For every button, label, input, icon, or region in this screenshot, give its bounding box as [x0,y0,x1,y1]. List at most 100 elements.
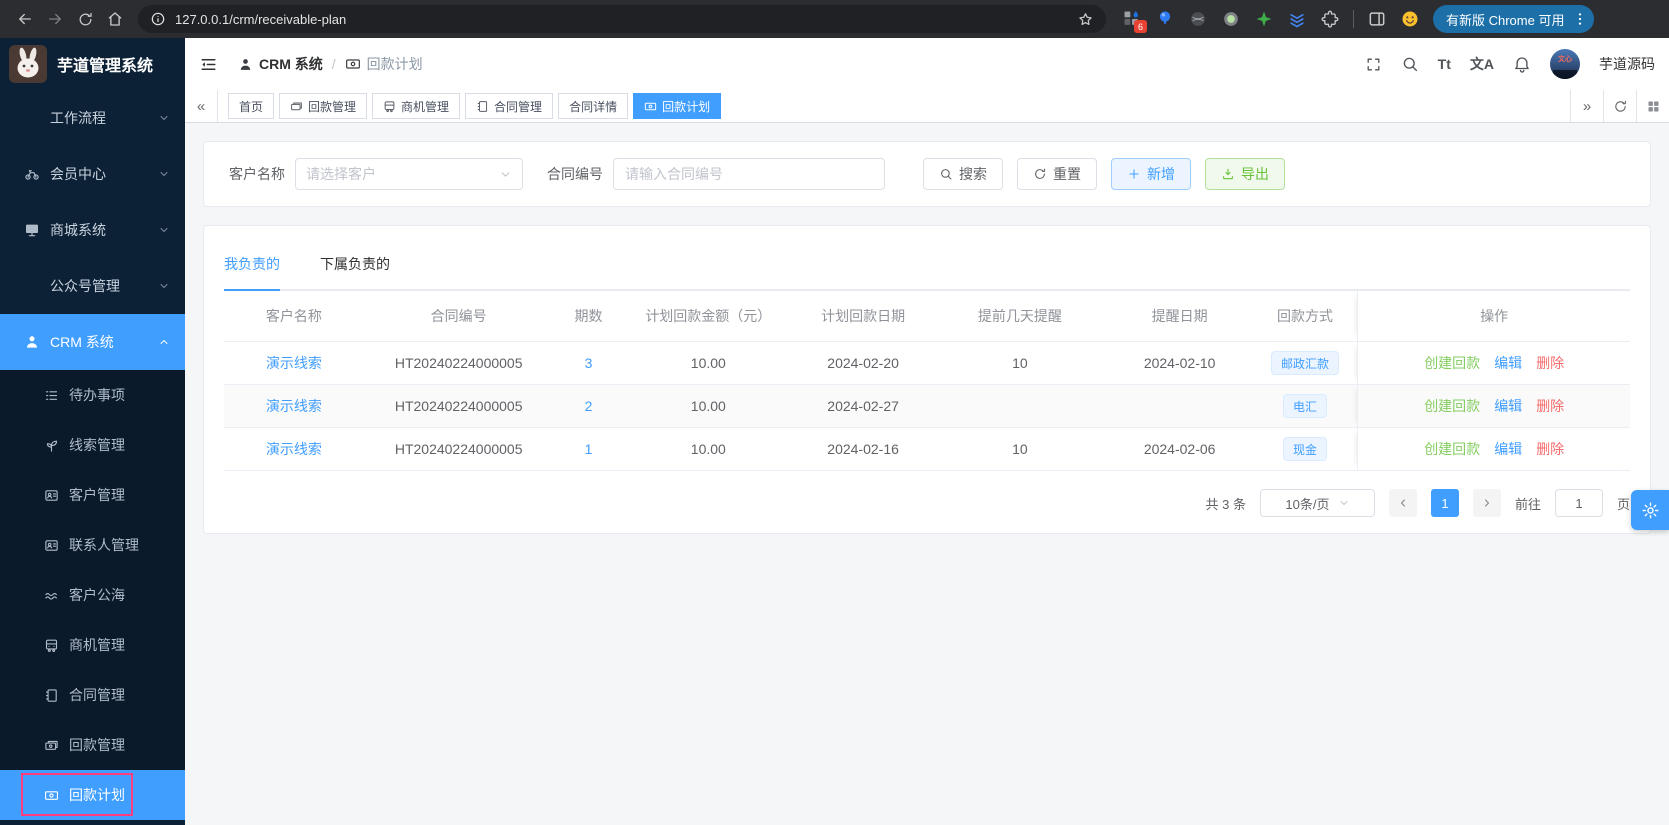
tags-view-bar: « 首页 回款管理 商机管理 合同管理 合同详情 回款计划 » [185,90,1669,123]
add-button[interactable]: 新增 [1111,158,1191,190]
tab-opportunities[interactable]: 商机管理 [372,93,461,119]
tab-subordinate[interactable]: 下属负责的 [320,254,390,289]
page-size-select[interactable]: 10条/页 [1259,489,1375,517]
bookmark-star-icon[interactable] [1077,11,1094,28]
extension-layers-icon[interactable] [1287,9,1307,29]
tab-mine[interactable]: 我负责的 [224,254,280,291]
sidebar-item-customers[interactable]: 客户管理 [0,470,185,520]
period-link[interactable]: 3 [585,355,593,371]
sidebar-item-crm-system[interactable]: CRM 系统 [0,314,185,370]
sidebar-item-opportunities[interactable]: 商机管理 [0,620,185,670]
customer-select[interactable]: 请选择客户 [295,158,523,190]
profile-smiley-icon[interactable] [1400,9,1420,29]
breadcrumb-section[interactable]: CRM 系统 [259,54,323,74]
method-badge: 邮政汇款 [1270,351,1339,375]
prev-page-button[interactable] [1388,489,1417,517]
contract-no-cell: HT20240224000005 [394,355,523,371]
extension-star-icon[interactable] [1254,9,1274,29]
sidebar-item-member-center[interactable]: 会员中心 [0,146,185,202]
sidebar-item-leads[interactable]: 线索管理 [0,420,185,470]
sidebar-item-mall-system[interactable]: 商城系统 [0,202,185,258]
extensions-puzzle-icon[interactable] [1320,9,1340,29]
empty-icon-slot [24,278,40,294]
export-button[interactable]: 导出 [1205,158,1285,190]
browser-menu-kebab-icon[interactable] [1572,11,1588,27]
browser-forward-button[interactable] [40,4,70,34]
sidebar-item-todo[interactable]: 待办事项 [0,370,185,420]
customer-link[interactable]: 演示线索 [266,396,322,416]
delete-button[interactable]: 删除 [1536,439,1564,459]
remind-date-cell: 2024-02-10 [1143,355,1216,371]
user-icon [27,336,37,348]
tab-contract-detail[interactable]: 合同详情 [558,93,629,119]
col-header-amount: 计划回款金额（元） [645,308,772,324]
contract-no-input[interactable] [613,158,885,190]
edit-button[interactable]: 编辑 [1494,439,1522,459]
reset-button-label: 重置 [1053,166,1081,182]
bell-icon[interactable] [1513,55,1531,73]
menu-fold-icon[interactable] [199,55,218,74]
sidebar-item-contacts[interactable]: 联系人管理 [0,520,185,570]
sidebar-item-workflow[interactable]: 工作流程 [0,90,185,146]
app-title: 芋道管理系统 [57,58,154,75]
fullscreen-icon[interactable] [1365,56,1382,73]
tabs-refresh-button[interactable] [1603,90,1636,122]
sidebar-item-receivables[interactable]: 回款管理 [0,720,185,770]
delete-button[interactable]: 删除 [1536,353,1564,373]
sidebar-item-contracts[interactable]: 合同管理 [0,670,185,720]
sidebar-item-customer-pool[interactable]: 客户公海 [0,570,185,620]
period-link[interactable]: 2 [585,398,593,414]
browser-home-button[interactable] [100,4,130,34]
reset-button[interactable]: 重置 [1017,158,1097,190]
filter-panel: 客户名称 请选择客户 合同编号 搜索 重置 新增 导出 [203,141,1651,207]
sidebar-item-label: CRM 系统 [50,334,114,350]
user-avatar[interactable]: 文心 [1550,49,1580,79]
tab-receivable-plan[interactable]: 回款计划 [633,93,722,119]
current-page-button[interactable]: 1 [1430,489,1459,517]
customer-link[interactable]: 演示线索 [266,353,322,373]
banknote-icon [45,790,58,800]
address-bar[interactable]: 127.0.0.1/crm/receivable-plan [138,5,1106,33]
customer-link[interactable]: 演示线索 [266,439,322,459]
chevron-left-icon [1401,499,1405,507]
tab-label: 回款计划 [662,99,711,114]
remind-date-cell [1107,385,1253,427]
extension-grid-icon[interactable]: 6 [1122,9,1147,33]
period-link[interactable]: 1 [585,441,593,457]
search-icon[interactable] [1401,55,1419,73]
next-page-button[interactable] [1472,489,1501,517]
sidebar-item-official-account[interactable]: 公众号管理 [0,258,185,314]
tab-label: 商机管理 [401,99,450,114]
settings-fab[interactable] [1631,490,1669,530]
delete-button[interactable]: 删除 [1536,396,1564,416]
tab-contracts[interactable]: 合同管理 [465,93,554,119]
browser-back-button[interactable] [10,4,40,34]
goto-page-input[interactable] [1554,489,1603,517]
tabs-layout-button[interactable] [1636,90,1669,122]
tab-receivables[interactable]: 回款管理 [279,93,368,119]
user-name[interactable]: 芋道源码 [1599,54,1655,74]
tabs-scroll-right-button[interactable]: » [1570,90,1603,122]
create-receivable-button[interactable]: 创建回款 [1424,396,1480,416]
refresh-icon [79,12,92,25]
edit-button[interactable]: 编辑 [1494,396,1522,416]
main-header: CRM 系统 / 回款计划 Tt 文A 文心 芋道源码 [185,38,1669,90]
browser-refresh-button[interactable] [70,4,100,34]
extension-green-dot-icon[interactable] [1221,9,1241,29]
tabs-scroll-left-button[interactable]: « [185,90,218,122]
site-info-icon[interactable] [150,11,166,27]
sidebar-item-receivable-plan[interactable]: 回款计划 [0,770,185,820]
tab-home[interactable]: 首页 [228,93,275,119]
extension-balloon-icon[interactable] [1155,9,1175,29]
url-text: 127.0.0.1/crm/receivable-plan [175,11,347,27]
chrome-update-button[interactable]: 有新版 Chrome 可用 [1433,5,1595,33]
edit-button[interactable]: 编辑 [1494,353,1522,373]
create-receivable-button[interactable]: 创建回款 [1424,353,1480,373]
extension-sphere-icon[interactable] [1188,9,1208,29]
side-panel-icon[interactable] [1367,9,1387,29]
create-receivable-button[interactable]: 创建回款 [1424,439,1480,459]
translate-icon[interactable]: 文A [1470,54,1494,74]
chevron-down-icon [160,284,168,288]
font-size-icon[interactable]: Tt [1438,56,1451,72]
search-button[interactable]: 搜索 [923,158,1003,190]
